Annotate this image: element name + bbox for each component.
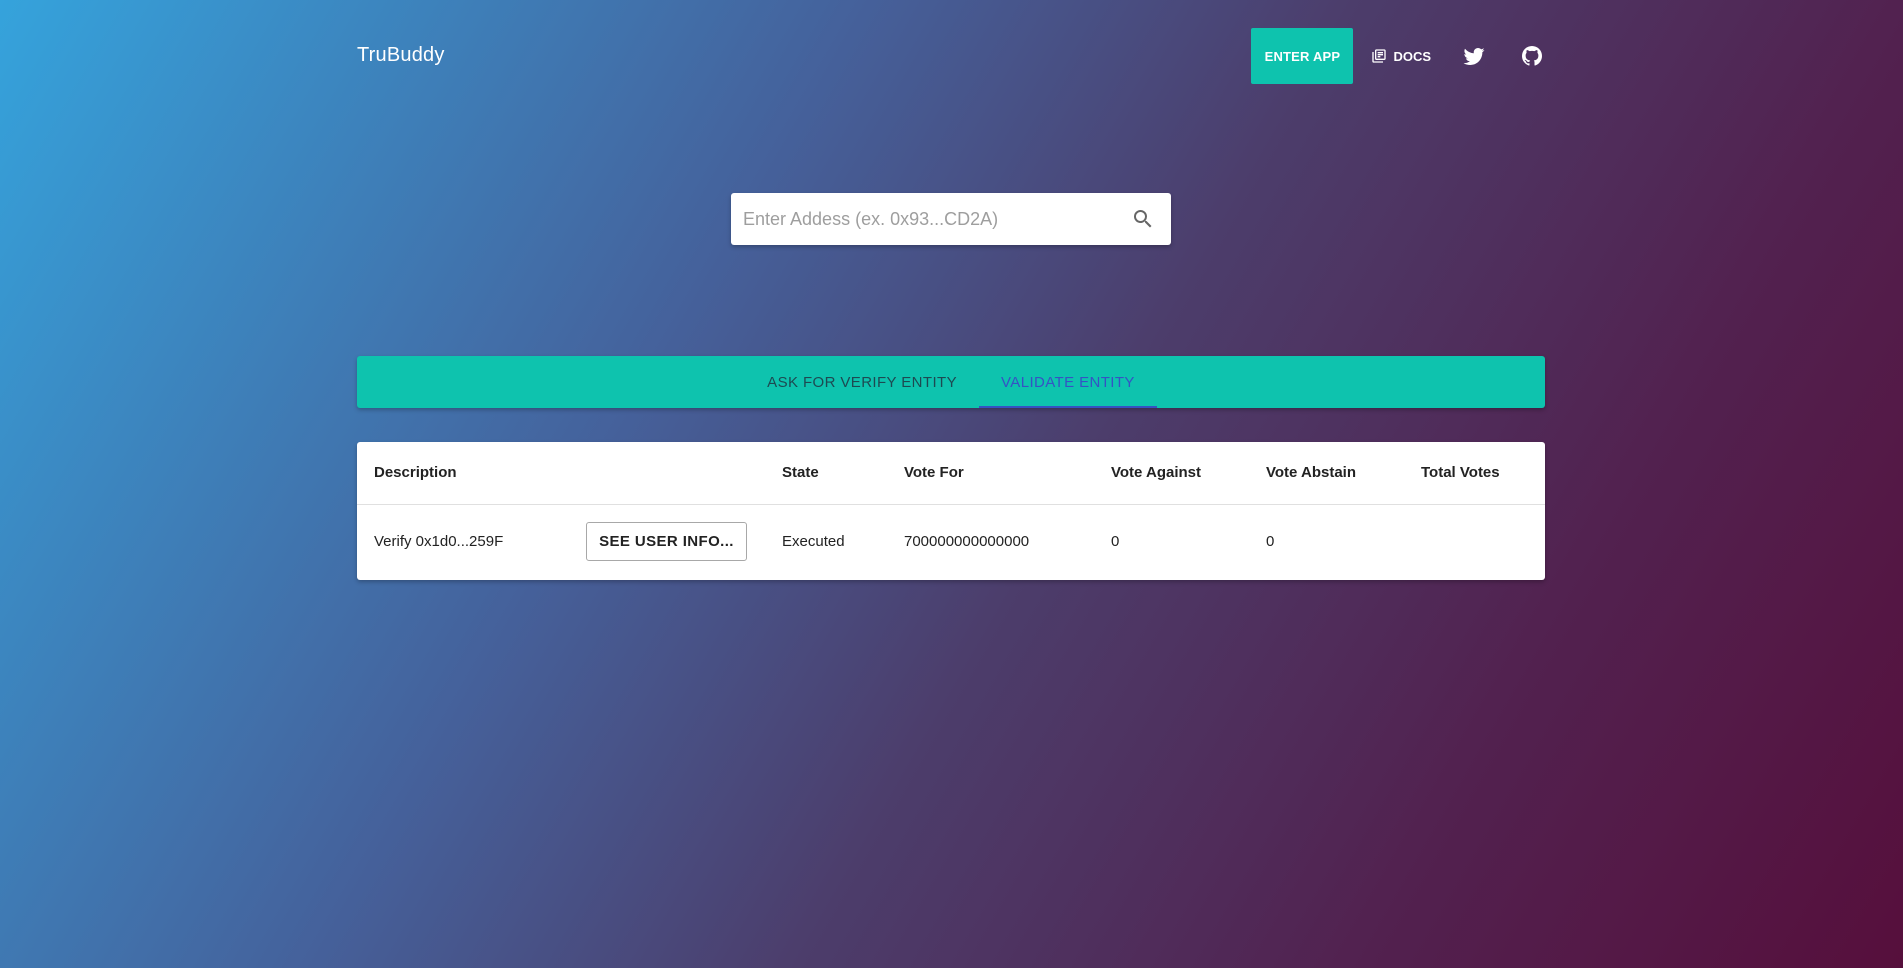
column-header-vote-against: Vote Against: [1111, 464, 1202, 481]
column-header-state: State: [782, 464, 819, 481]
cell-vote-against: 0: [1111, 533, 1120, 550]
tab-ask-for-verify-entity[interactable]: ASK FOR VERIFY ENTITY: [745, 356, 979, 408]
tabs-bar: ASK FOR VERIFY ENTITY VALIDATE ENTITY: [357, 356, 1545, 408]
cell-vote-for: 700000000000000: [904, 533, 1030, 550]
search-icon[interactable]: [1131, 207, 1155, 231]
brand-logo[interactable]: TruBuddy: [357, 44, 445, 67]
nav-actions: ENTER APP DOCS: [1251, 28, 1545, 84]
see-user-info-button[interactable]: SEE USER INFO...: [586, 522, 747, 561]
cell-description: Verify 0x1d0...259F: [374, 533, 504, 550]
table-header: Description State Vote For Vote Against …: [357, 442, 1545, 505]
twitter-icon[interactable]: [1461, 43, 1487, 69]
table-row: Verify 0x1d0...259F SEE USER INFO... Exe…: [357, 505, 1545, 580]
search-box: [731, 193, 1171, 245]
docs-link[interactable]: DOCS: [1371, 48, 1431, 64]
column-header-description: Description: [374, 464, 457, 481]
tab-validate-entity[interactable]: VALIDATE ENTITY: [979, 356, 1157, 408]
search-input[interactable]: [743, 193, 1113, 245]
column-header-total-votes: Total Votes: [1421, 464, 1500, 481]
column-header-vote-abstain: Vote Abstain: [1266, 464, 1357, 481]
docs-icon: [1372, 49, 1387, 63]
column-header-vote-for: Vote For: [904, 464, 964, 481]
proposals-table: Description State Vote For Vote Against …: [357, 442, 1545, 580]
navbar: TruBuddy ENTER APP DOCS: [357, 28, 1545, 84]
cell-state: Executed: [782, 533, 845, 550]
enter-app-button[interactable]: ENTER APP: [1251, 28, 1354, 84]
docs-label: DOCS: [1393, 48, 1431, 64]
cell-vote-abstain: 0: [1266, 533, 1275, 550]
github-icon[interactable]: [1519, 43, 1545, 69]
